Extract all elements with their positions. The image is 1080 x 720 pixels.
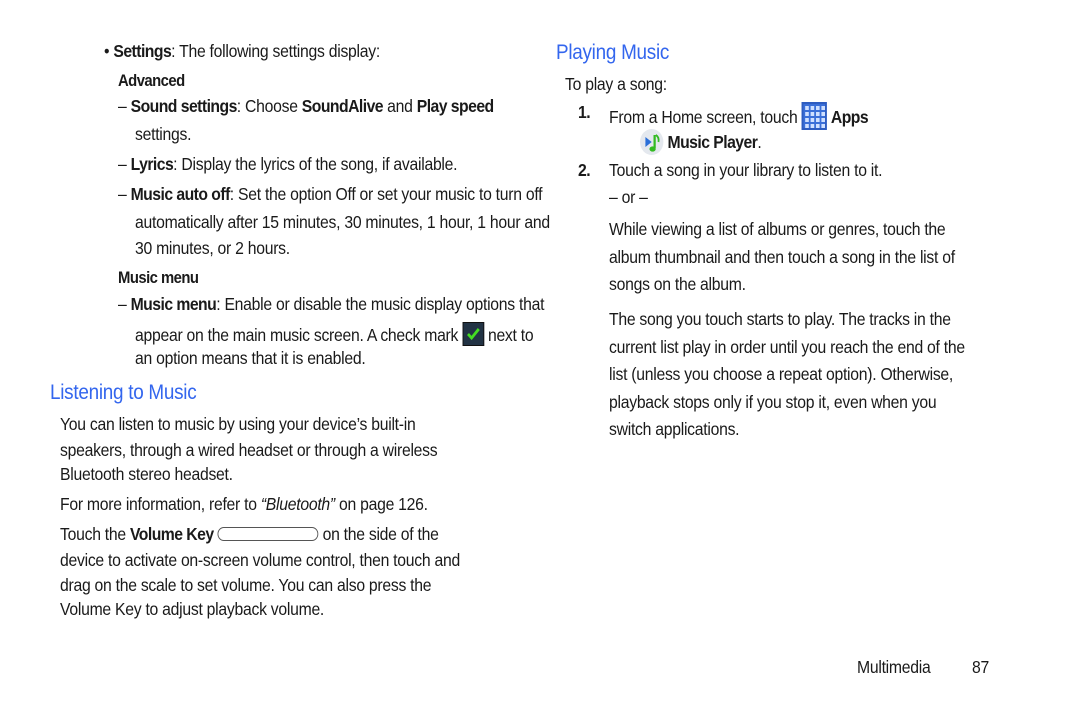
text: appear on the main music screen. A check…	[135, 325, 459, 345]
step2-text: Touch a song in your library to listen t…	[609, 160, 883, 180]
apps-label: Apps	[830, 107, 869, 127]
volume-para-line1: Touch the Volume Key on the side of the	[60, 524, 439, 545]
song-para-line4: playback stops only if you stop it, even…	[609, 392, 937, 412]
lyrics-item: – Lyrics: Display the lyrics of the song…	[118, 154, 458, 175]
song-para-line1: The song you touch starts to play. The t…	[609, 309, 951, 329]
music-menu-line3: an option means that it is enabled.	[135, 348, 366, 368]
listening-para-line1: You can listen to music by using your de…	[60, 414, 416, 434]
music-menu-label: Music menu	[130, 294, 217, 314]
dash: –	[118, 96, 127, 116]
play-speed-label: Play speed	[416, 96, 494, 116]
text: next to	[487, 325, 534, 345]
music-player-icon	[640, 129, 664, 155]
soundalive-label: SoundAlive	[301, 96, 384, 116]
volume-key-label: Volume Key	[129, 524, 214, 544]
footer-page-number: 87	[972, 657, 989, 677]
step2-alt-line2: album thumbnail and then touch a song in…	[609, 247, 955, 267]
text: For more information, refer to	[60, 494, 261, 514]
music-menu-item: – Music menu: Enable or disable the musi…	[118, 294, 544, 315]
or-separator: – or –	[609, 187, 648, 207]
music-auto-off-label: Music auto off	[130, 184, 231, 204]
sound-settings-line2: settings.	[135, 124, 192, 144]
music-auto-off-line2: automatically after 15 minutes, 30 minut…	[135, 212, 550, 232]
step2-number: 2.	[578, 160, 591, 180]
volume-para-line2: device to activate on-screen volume cont…	[60, 550, 460, 570]
music-menu-text: : Enable or disable the music display op…	[216, 294, 545, 314]
bullet: •	[104, 41, 110, 61]
footer-section: Multimedia	[857, 657, 931, 677]
text: Touch the	[60, 524, 130, 544]
apps-grid-icon	[801, 102, 827, 130]
text: and	[383, 96, 417, 116]
text: on page 126.	[334, 494, 428, 514]
listening-para-line2: speakers, through a wired headset or thr…	[60, 440, 438, 460]
sound-settings-item: – Sound settings: Choose SoundAlive and …	[118, 96, 494, 117]
play-intro: To play a song:	[565, 74, 667, 94]
more-info-line: For more information, refer to “Bluetoot…	[60, 494, 428, 515]
settings-text: : The following settings display:	[171, 41, 380, 61]
text: on the side of the	[322, 524, 439, 544]
dash: –	[118, 154, 127, 174]
music-menu-line2: appear on the main music screen. A check…	[135, 322, 534, 346]
song-para-line2: current list play in order until you rea…	[609, 337, 965, 357]
step1-line2: Music Player.	[640, 129, 762, 155]
sound-settings-label: Sound settings	[130, 96, 238, 116]
step1-number: 1.	[578, 102, 591, 122]
settings-bullet: • Settings: The following settings displ…	[104, 41, 380, 62]
music-auto-off-item: – Music auto off: Set the option Off or …	[118, 184, 543, 205]
text: From a Home screen, touch	[609, 107, 802, 127]
music-auto-off-line3: 30 minutes, or 2 hours.	[135, 238, 290, 258]
step2-alt-line1: While viewing a list of albums or genres…	[609, 219, 946, 239]
text: .	[757, 132, 762, 152]
volume-para-line4: Volume Key to adjust playback volume.	[60, 599, 325, 619]
song-para-line3: list (unless you choose a repeat option)…	[609, 364, 954, 384]
dash: –	[118, 184, 127, 204]
song-para-line5: switch applications.	[609, 419, 740, 439]
playing-music-heading: Playing Music	[556, 41, 670, 64]
music-player-label: Music Player	[667, 132, 758, 152]
bluetooth-reference-link[interactable]: “Bluetooth”	[261, 494, 335, 514]
listening-to-music-heading: Listening to Music	[50, 381, 197, 404]
checkmark-icon	[462, 322, 484, 346]
lyrics-label: Lyrics	[130, 154, 174, 174]
step2-alt-line3: songs on the album.	[609, 274, 746, 294]
settings-label: Settings	[113, 41, 172, 61]
volume-para-line3: drag on the scale to set volume. You can…	[60, 575, 432, 595]
step1-text: From a Home screen, touch Apps	[609, 102, 869, 130]
music-auto-off-text: : Set the option Off or set your music t…	[229, 184, 543, 204]
advanced-heading: Advanced	[118, 72, 185, 90]
volume-key-icon	[217, 527, 319, 541]
listening-para-line3: Bluetooth stereo headset.	[60, 464, 233, 484]
lyrics-text: : Display the lyrics of the song, if ava…	[173, 154, 458, 174]
text: : Choose	[236, 96, 302, 116]
music-menu-heading: Music menu	[118, 269, 199, 287]
dash: –	[118, 294, 127, 314]
